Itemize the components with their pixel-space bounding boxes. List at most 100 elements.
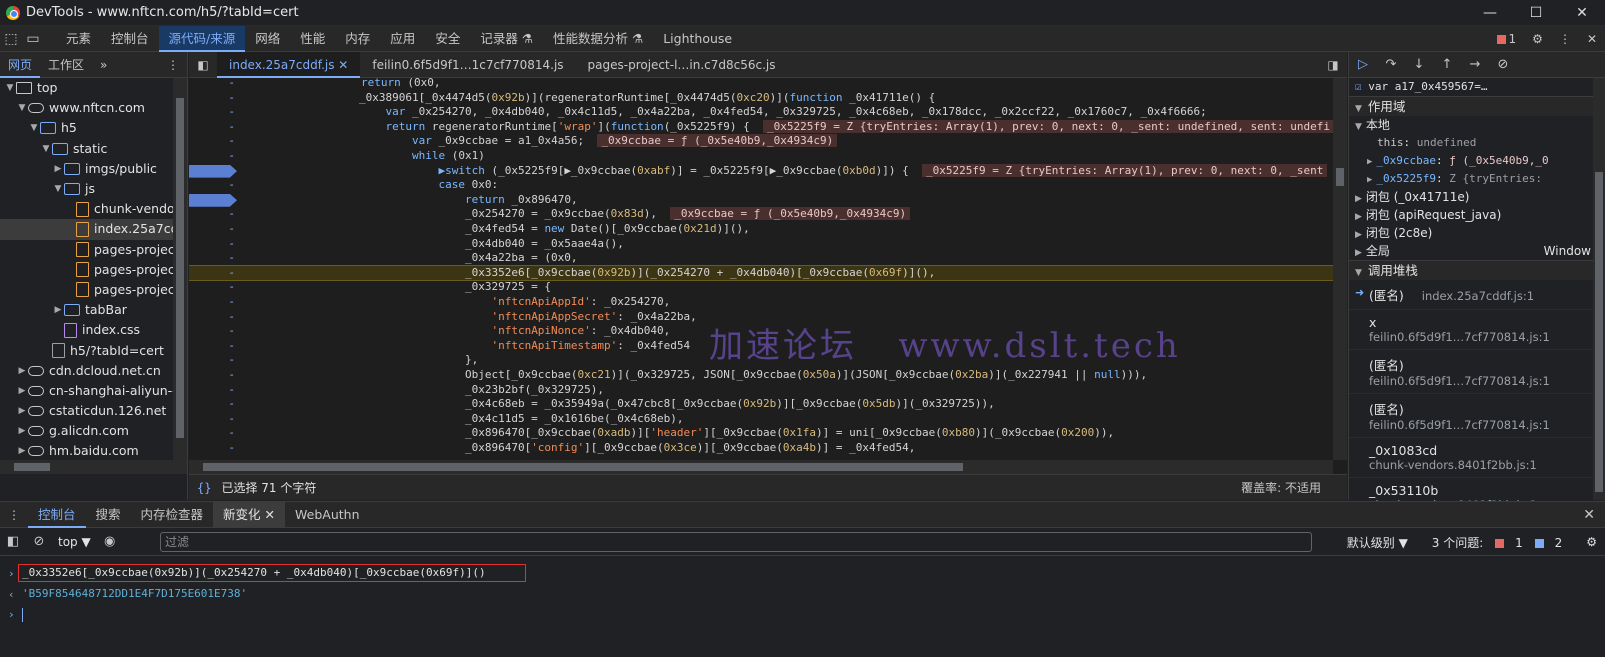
code-line[interactable]: - _0x4fed54 = new Date()[_0x9ccbae(0x21d… bbox=[189, 222, 1333, 237]
code-line[interactable]: - 'nftcnApiTimestamp': _0x4fed54 bbox=[189, 339, 1333, 354]
call-frame[interactable]: _0x1083cd chunk-vendors.8401f2bb.js:1 bbox=[1349, 438, 1605, 478]
line-gutter[interactable]: - bbox=[189, 251, 249, 266]
code-line[interactable]: - ▶switch (_0x5225f9[▶_0x9ccbae(0xabf)] … bbox=[189, 163, 1333, 179]
close-drawer-icon[interactable]: ✕ bbox=[1583, 507, 1595, 523]
editor-vscrollbar[interactable] bbox=[1333, 78, 1347, 460]
file-tree-hscrollbar[interactable] bbox=[0, 460, 174, 474]
code-line[interactable]: - _0x4a22ba = (0x0, bbox=[189, 251, 1333, 266]
code-line[interactable]: - Object[_0x9ccbae(0xc21)](_0x329725, JS… bbox=[189, 368, 1333, 383]
deactivate-breakpoints-icon[interactable]: ⊘ bbox=[1489, 57, 1517, 72]
code-line[interactable]: - 'nftcnApiNonce': _0x4db040, bbox=[189, 324, 1333, 339]
line-gutter[interactable]: - bbox=[189, 295, 249, 310]
file-tab-index[interactable]: index.25a7cddf.js ✕ bbox=[217, 51, 361, 78]
main-tab-10[interactable]: Lighthouse bbox=[653, 26, 742, 52]
tab-workspace[interactable]: 工作区 bbox=[40, 52, 92, 78]
call-frame[interactable]: (匿名) feilin0.6f5d9f1…7cf770814.js:1 bbox=[1349, 394, 1605, 438]
code-line[interactable]: - 'nftcnApiAppId': _0x254270, bbox=[189, 295, 1333, 310]
issues-summary[interactable]: 3 个问题: 1 2 bbox=[1424, 534, 1570, 551]
debugger-vscrollbar[interactable] bbox=[1593, 78, 1605, 500]
scope-var-2[interactable]: ▶ _0x5225f9: Z {tryEntries: bbox=[1349, 170, 1605, 188]
line-gutter[interactable]: - bbox=[189, 441, 249, 456]
line-gutter[interactable]: - bbox=[189, 310, 249, 325]
tree-item[interactable]: ▼ h5 bbox=[0, 118, 174, 138]
main-tab-5[interactable]: 内存 bbox=[335, 26, 380, 52]
code-line[interactable]: - _0x896470[_0x9ccbae(0xadb)]['header'][… bbox=[189, 426, 1333, 441]
breakpoint-marker-icon[interactable] bbox=[189, 164, 237, 178]
code-line[interactable]: - _0x254270 = _0x9ccbae(0x83d), _0x9ccba… bbox=[189, 207, 1333, 222]
main-tab-0[interactable]: 元素 bbox=[56, 26, 101, 52]
toggle-debugger-icon[interactable]: ◨ bbox=[1319, 58, 1347, 72]
live-expression-eye-icon[interactable]: ◉ bbox=[97, 534, 123, 549]
minimize-button[interactable]: — bbox=[1467, 0, 1513, 26]
line-gutter[interactable]: - bbox=[189, 266, 249, 281]
tree-item[interactable]: ▼ top bbox=[0, 78, 174, 98]
more-options-icon[interactable]: ⋮ bbox=[1559, 32, 1571, 46]
file-tab-feilin[interactable]: feilin0.6f5d9f1…1c7cf770814.js bbox=[360, 52, 575, 78]
call-frame[interactable]: x feilin0.6f5d9f1…7cf770814.js:1 bbox=[1349, 310, 1605, 350]
context-selector[interactable]: top ▼ bbox=[52, 535, 97, 549]
line-gutter[interactable]: - bbox=[189, 207, 249, 222]
file-tree-vscrollbar[interactable] bbox=[173, 78, 187, 474]
closure-row-3[interactable]: ▶ 闭包 (2c8e) bbox=[1349, 224, 1605, 242]
local-scope-header[interactable]: ▼ 本地 bbox=[1349, 116, 1605, 134]
sidebar-toggle-icon[interactable]: ◧ bbox=[0, 534, 26, 549]
tree-expand-arrow-icon[interactable]: ▶ bbox=[16, 421, 28, 441]
tree-expand-arrow-icon[interactable]: ▶ bbox=[52, 159, 64, 179]
line-gutter[interactable]: - bbox=[189, 105, 249, 120]
tab-page[interactable]: 网页 bbox=[0, 52, 41, 78]
navigator-menu-icon[interactable]: ⋮ bbox=[159, 52, 187, 78]
tree-item[interactable]: ▶ hm.baidu.com bbox=[0, 441, 174, 461]
code-line[interactable]: - _0x4c68eb = _0x35949a(_0x47cbc8[_0x9cc… bbox=[189, 397, 1333, 412]
main-tab-4[interactable]: 性能 bbox=[290, 26, 335, 52]
main-tab-2[interactable]: 源代码/来源 bbox=[158, 25, 246, 52]
tree-item[interactable]: pages-project bbox=[0, 240, 174, 260]
main-tab-3[interactable]: 网络 bbox=[245, 26, 290, 52]
code-line[interactable]: - _0x896470['config'][_0x9ccbae(0x3ce)][… bbox=[189, 441, 1333, 456]
line-gutter[interactable]: - bbox=[189, 149, 249, 164]
code-line[interactable]: - _0x3352e6[_0x9ccbae(0x92b)](_0x254270 … bbox=[189, 264, 1334, 282]
drawer-tab-changes[interactable]: 新变化 ✕ bbox=[213, 501, 286, 528]
closure-row-2[interactable]: ▶ 闭包 (apiRequest_java) bbox=[1349, 206, 1605, 224]
main-tab-9[interactable]: 性能数据分析 ⚗ bbox=[543, 26, 653, 52]
clear-console-icon[interactable]: ⊘ bbox=[26, 534, 52, 549]
tree-item[interactable]: ▶ imgs/public bbox=[0, 159, 174, 179]
tree-item[interactable]: ▶ cdn.dcloud.net.cn bbox=[0, 361, 174, 381]
main-tab-6[interactable]: 应用 bbox=[380, 26, 425, 52]
more-tabs-chevron-icon[interactable]: » bbox=[92, 52, 115, 78]
code-line[interactable]: - _0x389061[_0x4474d5(0x92b)](regenerator… bbox=[189, 91, 1333, 106]
line-gutter[interactable]: - bbox=[189, 237, 249, 252]
maximize-button[interactable]: ☐ bbox=[1513, 0, 1559, 26]
line-gutter[interactable]: - bbox=[189, 397, 249, 412]
code-line[interactable]: - case 0x0: bbox=[189, 178, 1333, 193]
tree-item[interactable]: index.css bbox=[0, 320, 174, 340]
tree-item[interactable]: chunk-vendors bbox=[0, 199, 174, 219]
code-line[interactable]: - while (0x1) bbox=[189, 149, 1333, 164]
inspect-element-icon[interactable]: ⬚ bbox=[0, 31, 22, 47]
line-gutter[interactable]: - bbox=[189, 383, 249, 398]
tree-item[interactable]: h5/?tabId=cert bbox=[0, 340, 174, 360]
toggle-navigator-icon[interactable]: ◧ bbox=[189, 58, 217, 72]
drawer-tab-search[interactable]: 搜索 bbox=[86, 502, 131, 528]
code-line[interactable]: - var _0x254270, _0x4db040, _0x4c11d5, _… bbox=[189, 105, 1333, 120]
tree-expand-arrow-icon[interactable]: ▶ bbox=[52, 300, 64, 320]
line-gutter[interactable]: - bbox=[189, 134, 249, 149]
step-out-icon[interactable]: ↑ bbox=[1433, 57, 1461, 72]
code-line[interactable]: - _0x4db040 = _0x5aae4a(), bbox=[189, 237, 1333, 252]
tree-item[interactable]: ▼ static bbox=[0, 139, 174, 159]
line-gutter[interactable]: - bbox=[189, 339, 249, 354]
step-icon[interactable]: → bbox=[1461, 57, 1489, 72]
file-tab-pages-project[interactable]: pages-project-l…in.c7d8c56c.js bbox=[576, 52, 788, 78]
console-settings-gear-icon[interactable]: ⚙ bbox=[1586, 535, 1597, 549]
tree-item[interactable]: index.25a7cdd bbox=[0, 219, 174, 240]
line-gutter[interactable]: - bbox=[189, 412, 249, 427]
line-gutter[interactable]: - bbox=[189, 178, 249, 193]
tree-expand-arrow-icon[interactable]: ▼ bbox=[52, 179, 64, 199]
tree-item[interactable]: ▼ www.nftcn.com bbox=[0, 98, 174, 118]
main-tab-7[interactable]: 安全 bbox=[425, 26, 470, 52]
callstack-section-header[interactable]: ▼ 调用堆栈 bbox=[1349, 260, 1605, 280]
tree-expand-arrow-icon[interactable]: ▶ bbox=[16, 441, 28, 461]
tree-expand-arrow-icon[interactable]: ▶ bbox=[16, 401, 28, 421]
drawer-tab-memory-inspector[interactable]: 内存检查器 bbox=[131, 502, 214, 528]
tree-item[interactable]: ▶ g.alicdn.com bbox=[0, 421, 174, 441]
line-gutter[interactable]: - bbox=[189, 280, 249, 295]
